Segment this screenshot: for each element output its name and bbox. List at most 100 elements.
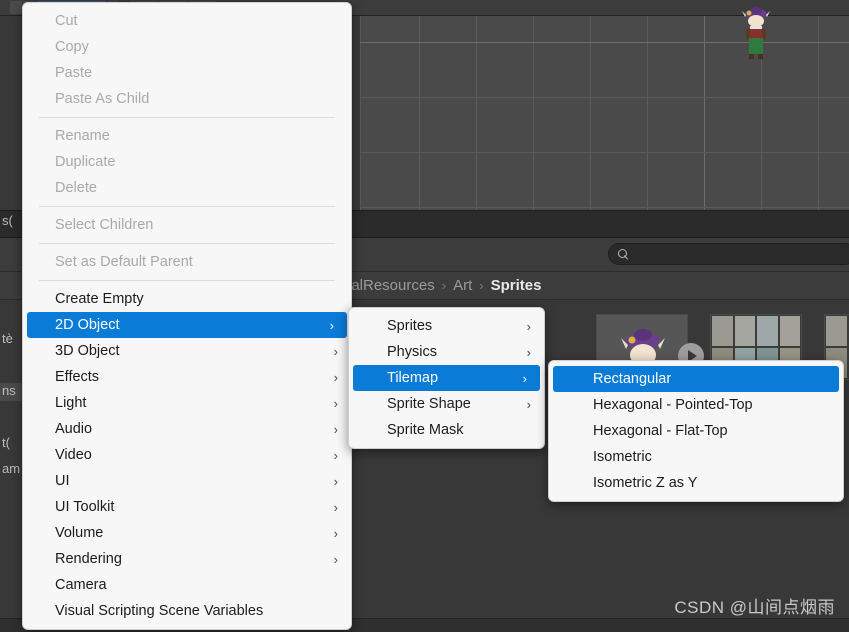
submenu-item-tilemap[interactable]: Tilemap › [353,365,540,391]
menu-separator [39,206,335,207]
menu-item-select-children: Select Children [23,212,351,238]
menu-item-ui[interactable]: UI › [23,468,351,494]
menu-item-label: UI [55,473,70,489]
hierarchy-fragment: ns [2,383,16,398]
chevron-right-icon: › [333,395,338,411]
tilemap-item-rectangular[interactable]: Rectangular [553,366,839,392]
character-sprite [742,7,770,59]
menu-item-label: Effects [55,369,100,385]
menu-item-label: Physics [387,344,437,360]
menu-item-paste-as-child: Paste As Child [23,86,351,112]
menu-item-label: Copy [55,39,89,55]
menu-item-label: Sprites [387,318,433,334]
menu-item-video[interactable]: Video › [23,442,351,468]
chevron-right-icon: › [333,525,338,541]
menu-item-label: Rectangular [593,371,672,387]
menu-item-label: Isometric [593,449,652,465]
chevron-right-icon: › [526,318,531,334]
breadcrumb-item-2[interactable]: Sprites [491,277,542,294]
menu-item-effects[interactable]: Effects › [23,364,351,390]
breadcrumb-item-0[interactable]: ialResources [348,277,435,294]
menu-item-set-as-default-parent: Set as Default Parent [23,249,351,275]
menu-item-rename: Rename [23,123,351,149]
tilemap-item-isometric-z-as-y[interactable]: Isometric Z as Y [549,470,843,496]
chevron-right-icon: › [526,396,531,412]
search-icon [618,248,629,260]
hierarchy-context-menu[interactable]: Cut Copy Paste Paste As Child Rename Duplicat… [22,2,352,630]
menu-item-camera[interactable]: Camera [23,572,351,598]
hierarchy-fragment: t( [2,435,10,450]
chevron-right-icon: › [526,344,531,360]
menu-item-cut: Cut [23,8,351,34]
menu-item-3d-object[interactable]: 3D Object › [23,338,351,364]
menu-item-label: Hexagonal - Flat-Top [593,423,728,439]
menu-item-label: Visual Scripting Scene Variables [55,603,264,619]
chevron-right-icon: › [333,499,338,515]
menu-item-create-empty[interactable]: Create Empty [23,286,351,312]
menu-item-ui-toolkit[interactable]: UI Toolkit › [23,494,351,520]
menu-item-label: Paste [55,65,93,81]
submenu-item-sprites[interactable]: Sprites › [349,313,544,339]
menu-separator [39,243,335,244]
unity-editor-window: ialResources › Art › Sprites CSDN @山间点烟雨… [0,0,849,632]
menu-item-paste: Paste [23,60,351,86]
menu-item-label: Cut [55,13,78,29]
chevron-right-icon: › [333,421,338,437]
chevron-right-icon: › [329,317,334,333]
menu-item-label: Delete [55,180,97,196]
submenu-item-sprite-mask[interactable]: Sprite Mask [349,417,544,443]
menu-item-label: Duplicate [55,154,116,170]
chevron-right-icon: › [333,369,338,385]
tilemap-item-hexagonal-flat-top[interactable]: Hexagonal - Flat-Top [549,418,843,444]
menu-item-label: Isometric Z as Y [593,475,698,491]
menu-item-label: Volume [55,525,104,541]
2d-object-submenu[interactable]: Sprites › Physics › Tilemap › Sprite Shape › Spr… [348,307,545,449]
menu-item-2d-object[interactable]: 2D Object › [27,312,347,338]
chevron-right-icon: › [333,551,338,567]
submenu-item-physics[interactable]: Physics › [349,339,544,365]
tilemap-item-isometric[interactable]: Isometric [549,444,843,470]
chevron-right-icon: › [333,473,338,489]
breadcrumb-separator: › [441,278,447,293]
menu-item-label: Sprite Shape [387,396,471,412]
scene-view[interactable] [360,16,849,210]
menu-item-visual-scripting-scene-variables[interactable]: Visual Scripting Scene Variables [23,598,351,624]
menu-item-label: 3D Object [55,343,120,359]
menu-item-delete: Delete [23,175,351,201]
menu-item-copy: Copy [23,34,351,60]
watermark: CSDN @山间点烟雨 [674,598,835,617]
menu-item-label: Video [55,447,92,463]
menu-item-label: Camera [55,577,107,593]
menu-item-volume[interactable]: Volume › [23,520,351,546]
menu-item-label: Paste As Child [55,91,150,107]
hierarchy-fragment: am [2,461,21,476]
hierarchy-fragment: tè [2,331,13,346]
menu-item-label: 2D Object [55,317,120,333]
hierarchy-fragment: s( [2,213,13,228]
menu-item-label: Tilemap [387,370,439,386]
menu-item-label: Rendering [55,551,122,567]
breadcrumb-item-1[interactable]: Art [453,277,472,294]
menu-item-label: UI Toolkit [55,499,115,515]
menu-item-label: Hexagonal - Pointed-Top [593,397,753,413]
menu-item-light[interactable]: Light › [23,390,351,416]
search-input[interactable] [608,243,849,265]
chevron-right-icon: › [333,447,338,463]
menu-item-label: Create Empty [55,291,144,307]
menu-item-rendering[interactable]: Rendering › [23,546,351,572]
menu-separator [39,280,335,281]
toolbar-button-hand[interactable] [10,1,22,14]
submenu-item-sprite-shape[interactable]: Sprite Shape › [349,391,544,417]
tilemap-item-hexagonal-pointed-top[interactable]: Hexagonal - Pointed-Top [549,392,843,418]
menu-item-label: Light [55,395,87,411]
chevron-right-icon: › [333,343,338,359]
menu-item-label: Select Children [55,217,154,233]
menu-item-audio[interactable]: Audio › [23,416,351,442]
menu-item-label: Audio [55,421,93,437]
menu-item-duplicate: Duplicate [23,149,351,175]
menu-item-label: Sprite Mask [387,422,464,438]
menu-item-label: Set as Default Parent [55,254,193,270]
chevron-right-icon: › [522,370,527,386]
menu-separator [39,117,335,118]
tilemap-submenu[interactable]: Rectangular Hexagonal - Pointed-Top Hexago… [548,360,844,502]
